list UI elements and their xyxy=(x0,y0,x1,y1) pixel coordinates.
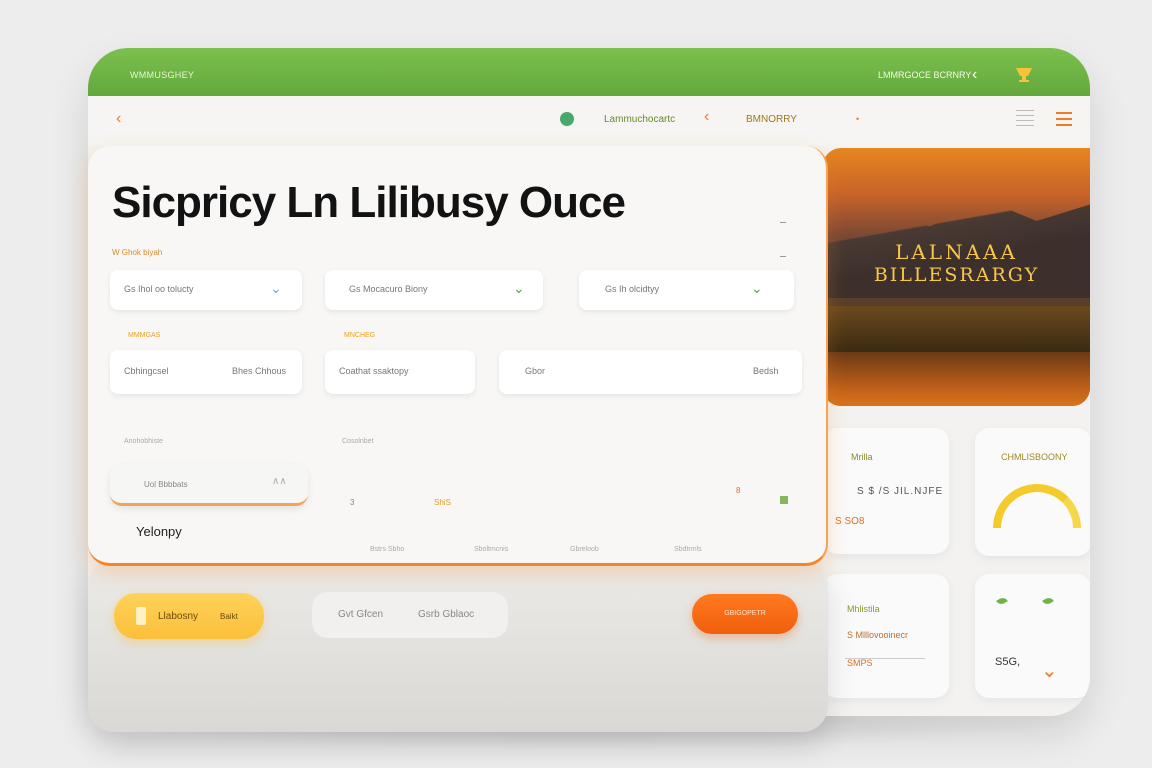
gauge-arc xyxy=(993,484,1081,528)
segment-option[interactable]: Gsrb Gblaoc xyxy=(418,609,474,620)
brand-label: WMMUSGHEY xyxy=(130,70,195,80)
button-sublabel: Baikt xyxy=(220,612,238,621)
field-value: Bedsh xyxy=(753,366,779,376)
field-label: MNCHEG xyxy=(344,332,376,339)
dropdown-field[interactable]: Gs Ihol oo tolucty ⌄ xyxy=(110,270,302,310)
select-field[interactable]: Coathat ssaktopy xyxy=(325,350,475,394)
button-label: GBIGOPETR xyxy=(724,610,766,617)
nav-link-primary[interactable]: Lammuchocartc xyxy=(604,114,675,125)
dropdown-field[interactable]: Gs Mocacuro Biony ⌄ xyxy=(325,270,543,310)
pill-mark: ∧∧ xyxy=(272,476,287,487)
row-value: 8 xyxy=(736,486,741,495)
stat-card-a[interactable]: Mrilla S $ /S JIL.NJFE S SO8 xyxy=(823,428,949,554)
select-field[interactable]: Gbor Bedsh xyxy=(499,350,802,394)
field-label: MMMGAS xyxy=(128,332,161,339)
footer-label: Sboltmcnis xyxy=(474,546,509,553)
arrow-icon[interactable]: ‹ xyxy=(704,108,709,126)
topbar-right-label[interactable]: LMMRGOCE BCRNRY xyxy=(878,70,971,80)
field-text: Coathat ssaktopy xyxy=(339,366,409,376)
page-title: Sicpricy Ln Lilibusy Ouce xyxy=(112,178,626,227)
footer-label: Sbdtrmls xyxy=(674,546,702,553)
field-text: Gbor xyxy=(525,366,546,376)
main-panel: Sicpricy Ln Lilibusy Ouce W Ghok biyah G… xyxy=(88,146,828,566)
chevron-down-icon: ⌄ xyxy=(513,280,525,296)
footer-label: Bstrs Sbho xyxy=(370,546,405,553)
chevron-down-icon[interactable]: ⌄ xyxy=(1041,658,1058,683)
section-label: W Ghok biyah xyxy=(112,248,163,257)
dot-icon: • xyxy=(856,114,860,124)
hero-image: LALNAAA BILLESRARGY xyxy=(823,148,1090,406)
chevron-down-icon: ⌄ xyxy=(270,280,282,296)
leaf-icon xyxy=(1042,595,1054,607)
primary-yellow-button[interactable]: Llabosny Baikt xyxy=(114,593,264,639)
hero-title-line2: BILLESRARGY xyxy=(873,264,1040,286)
field-text: Gs Ih olcidtyy xyxy=(605,284,660,294)
card-label: Mhlistila xyxy=(847,604,880,614)
button-label: Llabosny xyxy=(158,611,199,622)
location-icon[interactable] xyxy=(560,112,574,126)
segmented-control[interactable]: Gvt Gfcen Gsrb Gblaoc xyxy=(312,592,508,638)
field-text: Cbhingcsel xyxy=(124,366,169,376)
hero-title-line1: LALNAAA xyxy=(895,240,1018,264)
item-name: Yelonpy xyxy=(136,524,182,539)
gauge-card[interactable]: CHMLISBOONY xyxy=(975,428,1090,556)
row-value: 3 xyxy=(350,498,355,507)
lake-shape xyxy=(823,352,1090,406)
divider xyxy=(780,222,786,223)
card-label: CHMLISBOONY xyxy=(1001,452,1068,462)
back-icon[interactable]: ‹ xyxy=(972,66,977,84)
stat-card-c[interactable]: Mhlistila S Mlllovooinecr SMPS xyxy=(823,574,949,698)
dropdown-field[interactable]: Gs Ih olcidtyy ⌄ xyxy=(579,270,794,310)
toolbar: ‹ Lammuchocartc ‹ BMNORRY • xyxy=(88,96,1090,146)
card-sub: S SO8 xyxy=(835,516,865,527)
field-value: Bhes Chhous xyxy=(232,366,287,376)
card-row: S Mlllovooinecr xyxy=(847,630,909,640)
field-text: Gs Ihol oo tolucty xyxy=(124,284,194,294)
footer-label: Gbreloob xyxy=(570,546,599,553)
column-header: Cosolnbet xyxy=(342,438,374,445)
selected-row-pill[interactable]: Uol Bbbbats ∧∧ xyxy=(110,464,308,506)
field-text: Gs Mocacuro Biony xyxy=(349,284,428,294)
treeline-shape xyxy=(823,306,1090,352)
card-value: S5G, xyxy=(995,656,1021,668)
panel-base xyxy=(88,560,828,732)
select-field[interactable]: Cbhingcsel Bhes Chhous xyxy=(110,350,302,394)
menu-icon[interactable] xyxy=(1056,112,1072,126)
status-indicator xyxy=(780,496,788,504)
column-header: Anohobhiste xyxy=(124,438,163,445)
pill-text: Uol Bbbbats xyxy=(144,480,188,489)
trophy-icon[interactable] xyxy=(1014,66,1034,84)
top-bar: WMMUSGHEY LMMRGOCE BCRNRY ‹ xyxy=(88,48,1090,96)
submit-button[interactable]: GBIGOPETR xyxy=(692,594,798,634)
segment-option[interactable]: Gvt Gfcen xyxy=(338,609,383,620)
card-value: S $ /S JIL.NJFE xyxy=(857,486,944,497)
chevron-down-icon: ⌄ xyxy=(751,280,763,296)
divider xyxy=(780,256,786,257)
list-icon[interactable] xyxy=(1016,110,1034,130)
chevron-left-icon[interactable]: ‹ xyxy=(116,110,121,128)
card-label: Mrilla xyxy=(851,452,873,462)
stat-card-d[interactable]: S5G, ⌄ xyxy=(975,574,1090,698)
nav-link-secondary[interactable]: BMNORRY xyxy=(746,114,797,125)
leaf-icon xyxy=(996,595,1008,607)
document-icon xyxy=(136,607,146,625)
card-row: SMPS xyxy=(847,658,873,668)
row-value: ShiS xyxy=(434,498,451,507)
